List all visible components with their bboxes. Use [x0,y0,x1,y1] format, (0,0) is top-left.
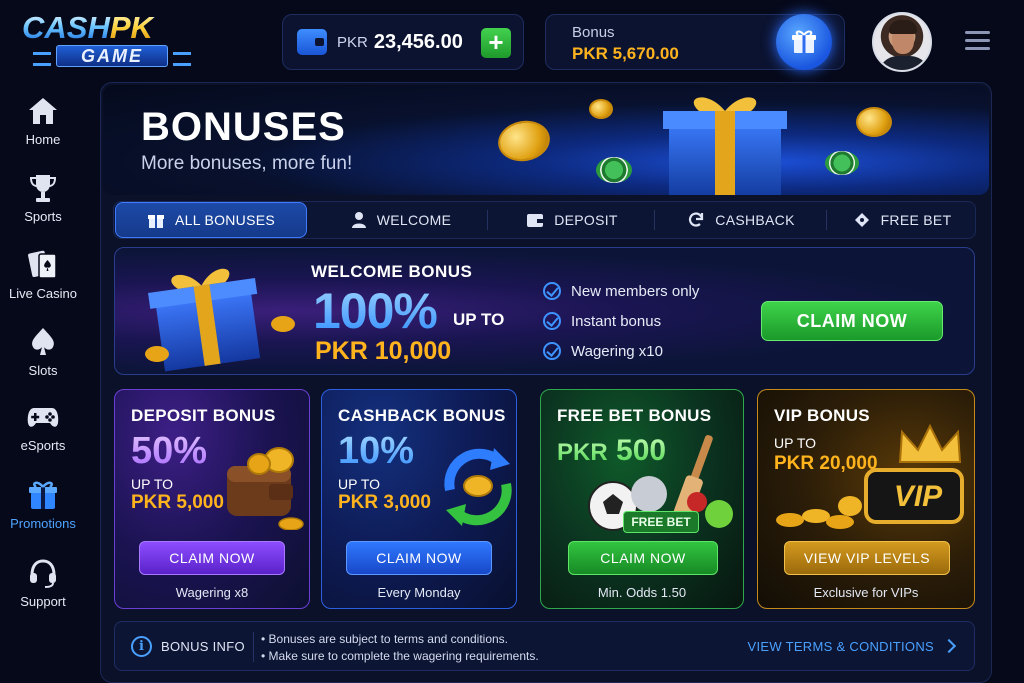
wallet-icon [526,212,544,228]
tab-welcome[interactable]: WELCOME [314,202,488,238]
chip-icon [596,157,632,183]
wallet-currency: PKR [337,33,368,51]
user-icon [351,211,367,229]
deposit-bonus-card: DEPOSIT BONUS 50% UP TO PKR 5,000 CLAIM … [114,389,310,609]
sidebar: Home Sports Live Casino Slots eSports Pr… [0,84,86,683]
bonuses-hero-banner: BONUSES More bonuses, more fun! [103,85,989,195]
logo-wordmark: CASHPK [22,12,192,44]
card-upto: UP TO [338,476,381,492]
coin-icon [856,107,892,137]
welcome-bonus-card: WELCOME BONUS 100% UP TO PKR 10,000 New … [114,247,975,375]
card-amount: PKR 3,000 [338,492,431,513]
cashback-bonus-card: CASHBACK BONUS 10% UP TO PKR 3,000 CLAIM… [321,389,517,609]
vip-bonus-card: VIP BONUS UP TO PKR 20,000 VIP VIEW VIP … [757,389,975,609]
sidebar-item-slots[interactable]: Slots [0,325,86,395]
free-bet-bonus-card: FREE BET BONUS PKR 500 FREE BET CLAIM NO… [540,389,744,609]
welcome-feature-list: New members only Instant bonus Wagering … [543,276,699,366]
sidebar-item-support[interactable]: Support [0,556,86,626]
sidebar-item-home[interactable]: Home [0,94,86,164]
welcome-bonus-amount: PKR 10,000 [315,337,452,365]
vip-badge: VIP [893,480,943,513]
list-item: New members only [543,276,699,306]
chip-icon [825,151,859,175]
coin-icon [589,99,613,119]
gift-icon [792,30,816,53]
logo-subtitle: GAME [33,45,191,67]
card-note: Every Monday [377,585,461,600]
chevron-right-icon[interactable] [941,638,957,654]
welcome-bonus-percent: 100% [313,283,438,339]
gift-box-illustration [663,97,787,195]
card-title: FREE BET BONUS [557,406,712,425]
card-note: Wagering x8 [175,585,249,600]
free-bet-badge: FREE BET [623,511,699,533]
list-item: Instant bonus [543,306,699,336]
card-title: CASHBACK BONUS [338,406,506,425]
tab-free-bet[interactable]: FREE BET [828,202,976,238]
gift-icon [147,211,165,229]
check-icon [543,312,561,330]
view-terms-link[interactable]: VIEW TERMS & CONDITIONS [747,639,934,654]
headset-icon [26,556,60,590]
gift-button[interactable] [776,14,832,70]
bonus-amount: PKR 5,670.00 [572,44,679,63]
card-upto: UP TO [131,476,174,492]
cards-icon [26,248,60,282]
sidebar-item-promotions[interactable]: Promotions [0,478,86,548]
bonus-info-bar: i BONUS INFO • Bonuses are subject to te… [114,621,975,671]
list-item: Wagering x10 [543,336,699,366]
tab-deposit[interactable]: DEPOSIT [490,202,654,238]
check-icon [543,342,561,360]
spade-icon [26,325,60,359]
card-note: Min. Odds 1.50 [597,585,687,600]
claim-free-bet-button[interactable]: CLAIM NOW [568,541,718,575]
wallet-icon [297,29,327,55]
bonus-filter-tabs: ALL BONUSES WELCOME DEPOSIT CASHBACK FRE… [113,201,976,239]
gamepad-icon [26,400,60,434]
claim-cashback-bonus-button[interactable]: CLAIM NOW [346,541,492,575]
gift-box-illustration [145,268,295,372]
wallet-coins-illustration [227,447,304,530]
refresh-icon [687,211,705,229]
view-vip-levels-button[interactable]: VIEW VIP LEVELS [784,541,950,575]
card-percent: 10% [338,430,415,472]
welcome-bonus-title: WELCOME BONUS [311,262,473,281]
tab-cashback[interactable]: CASHBACK [656,202,826,238]
ticket-icon [853,211,871,229]
check-icon [543,282,561,300]
sidebar-item-sports[interactable]: Sports [0,171,86,241]
welcome-bonus-upto: UP TO [453,310,505,329]
page-title: BONUSES [141,105,346,149]
card-title: VIP BONUS [774,406,870,425]
claim-welcome-bonus-button[interactable]: CLAIM NOW [761,301,943,341]
coin-icon [494,116,554,166]
wallet-balance: PKR 23,456.00 + [282,14,524,70]
add-funds-button[interactable]: + [481,28,511,58]
bonus-info-text: • Bonuses are subject to terms and condi… [261,632,539,663]
claim-deposit-bonus-button[interactable]: CLAIM NOW [139,541,285,575]
gift-icon [26,478,60,512]
card-title: DEPOSIT BONUS [131,406,276,425]
card-note: Exclusive for VIPs [813,585,919,600]
hamburger-menu-icon[interactable] [965,31,990,51]
sidebar-item-esports[interactable]: eSports [0,400,86,470]
bonus-label: Bonus [572,24,615,41]
card-percent: 50% [131,430,208,472]
card-amount: PKR 5,000 [131,492,224,513]
page-subtitle: More bonuses, more fun! [141,153,353,174]
brand-logo[interactable]: CASHPK GAME [22,12,192,68]
info-icon: i [131,636,152,657]
bonus-info-label: BONUS INFO [161,639,245,654]
home-icon [26,94,60,128]
sidebar-item-live-casino[interactable]: Live Casino [0,248,86,318]
wallet-amount: 23,456.00 [373,30,463,53]
tab-all-bonuses[interactable]: ALL BONUSES [115,202,307,238]
cashback-arrows-illustration [444,448,512,526]
user-avatar[interactable] [872,12,932,72]
trophy-icon [26,171,60,205]
